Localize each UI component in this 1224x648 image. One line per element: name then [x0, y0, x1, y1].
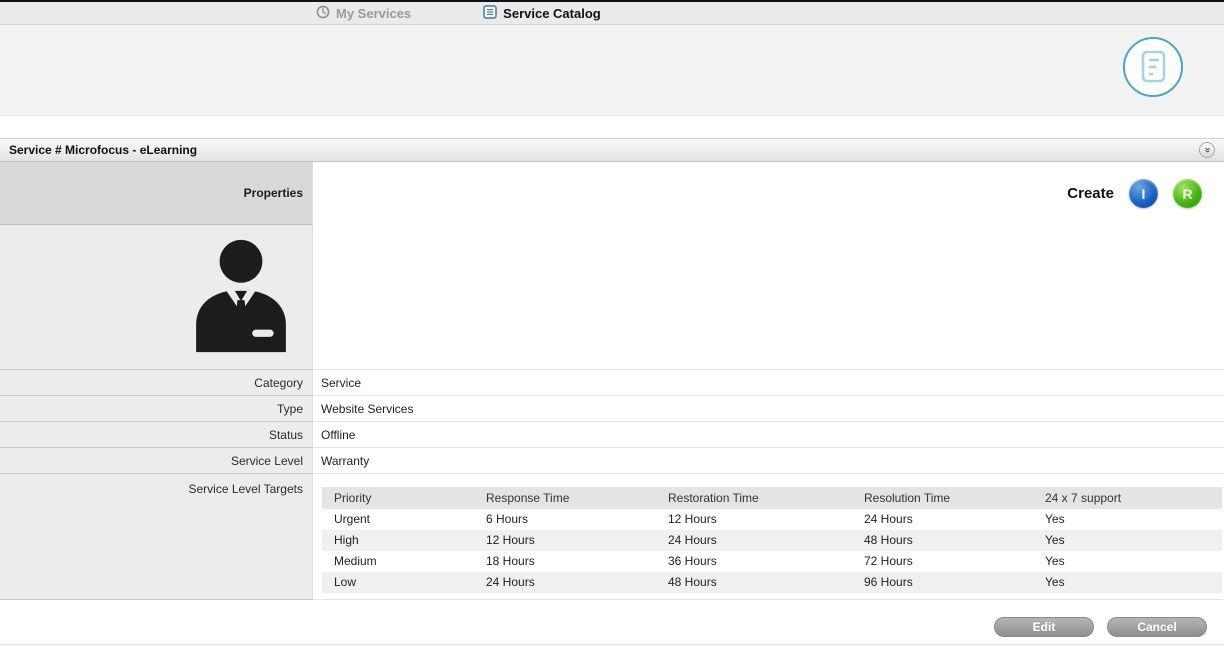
col-resolution-time: Resolution Time: [852, 487, 1033, 509]
tab-my-services[interactable]: My Services: [316, 5, 411, 22]
edit-button[interactable]: Edit: [994, 617, 1094, 637]
cell: 36 Hours: [656, 551, 852, 572]
properties-header: Properties: [0, 162, 313, 225]
service-title: Service # Microfocus - eLearning: [9, 143, 197, 157]
avatar-row-spacer: [313, 225, 1224, 370]
clock-icon: [316, 5, 330, 22]
cell: Urgent: [322, 509, 474, 530]
field-value-service-level: Warranty: [313, 448, 1224, 474]
tab-service-catalog[interactable]: Service Catalog: [483, 5, 601, 22]
col-24x7-support: 24 x 7 support: [1033, 487, 1222, 509]
create-label: Create: [1067, 185, 1114, 202]
field-label-service-level: Service Level: [0, 448, 313, 474]
field-value-status: Offline: [313, 422, 1224, 448]
create-actions: Create I R: [313, 162, 1224, 225]
catalog-icon: [483, 5, 497, 22]
tab-my-services-label: My Services: [336, 6, 411, 21]
table-row-low: Low 24 Hours 48 Hours 96 Hours Yes: [322, 572, 1222, 593]
cell: Yes: [1033, 530, 1222, 551]
cell: 12 Hours: [656, 509, 852, 530]
cell: 18 Hours: [474, 551, 656, 572]
create-incident-button[interactable]: I: [1129, 179, 1158, 208]
service-avatar-cell: [0, 225, 313, 370]
field-label-type: Type: [0, 396, 313, 422]
bottom-divider: [0, 644, 1224, 645]
table-row-high: High 12 Hours 24 Hours 48 Hours Yes: [322, 530, 1222, 551]
service-details-panel: Properties Create I R Category Service: [0, 162, 1224, 600]
create-request-button[interactable]: R: [1173, 179, 1202, 208]
targets-header-row: Priority Response Time Restoration Time …: [322, 487, 1222, 509]
service-catalog-badge-icon[interactable]: [1122, 36, 1184, 98]
cell: Medium: [322, 551, 474, 572]
cancel-button[interactable]: Cancel: [1107, 617, 1207, 637]
page: My Services Service Catalog: [0, 0, 1224, 648]
field-label-service-level-targets: Service Level Targets: [0, 474, 313, 600]
cell: 24 Hours: [656, 530, 852, 551]
field-value-type: Website Services: [313, 396, 1224, 422]
toolbar-banner: [0, 25, 1224, 116]
service-level-targets-cell: Priority Response Time Restoration Time …: [313, 474, 1224, 600]
top-tab-bar: My Services Service Catalog: [0, 0, 1224, 25]
field-label-status: Status: [0, 422, 313, 448]
cell: 24 Hours: [474, 572, 656, 593]
cell: Yes: [1033, 509, 1222, 530]
cell: 96 Hours: [852, 572, 1033, 593]
col-priority: Priority: [322, 487, 474, 509]
field-label-category: Category: [0, 370, 313, 396]
service-owner-avatar: [190, 234, 292, 361]
cell: 12 Hours: [474, 530, 656, 551]
cell: 72 Hours: [852, 551, 1033, 572]
footer-actions: Edit Cancel: [994, 617, 1207, 637]
service-level-targets-table: Priority Response Time Restoration Time …: [322, 487, 1222, 593]
cell: High: [322, 530, 474, 551]
cell: Low: [322, 572, 474, 593]
col-restoration-time: Restoration Time: [656, 487, 852, 509]
cell: 24 Hours: [852, 509, 1033, 530]
collapse-section-button[interactable]: »: [1199, 142, 1215, 158]
table-row-medium: Medium 18 Hours 36 Hours 72 Hours Yes: [322, 551, 1222, 572]
cell: Yes: [1033, 551, 1222, 572]
chevron-double-down-icon: »: [1202, 147, 1212, 153]
service-section-header: Service # Microfocus - eLearning »: [0, 138, 1224, 162]
col-response-time: Response Time: [474, 487, 656, 509]
cell: 48 Hours: [656, 572, 852, 593]
field-value-category: Service: [313, 370, 1224, 396]
cell: 6 Hours: [474, 509, 656, 530]
tab-service-catalog-label: Service Catalog: [503, 6, 601, 21]
cell: Yes: [1033, 572, 1222, 593]
cell: 48 Hours: [852, 530, 1033, 551]
table-row-urgent: Urgent 6 Hours 12 Hours 24 Hours Yes: [322, 509, 1222, 530]
